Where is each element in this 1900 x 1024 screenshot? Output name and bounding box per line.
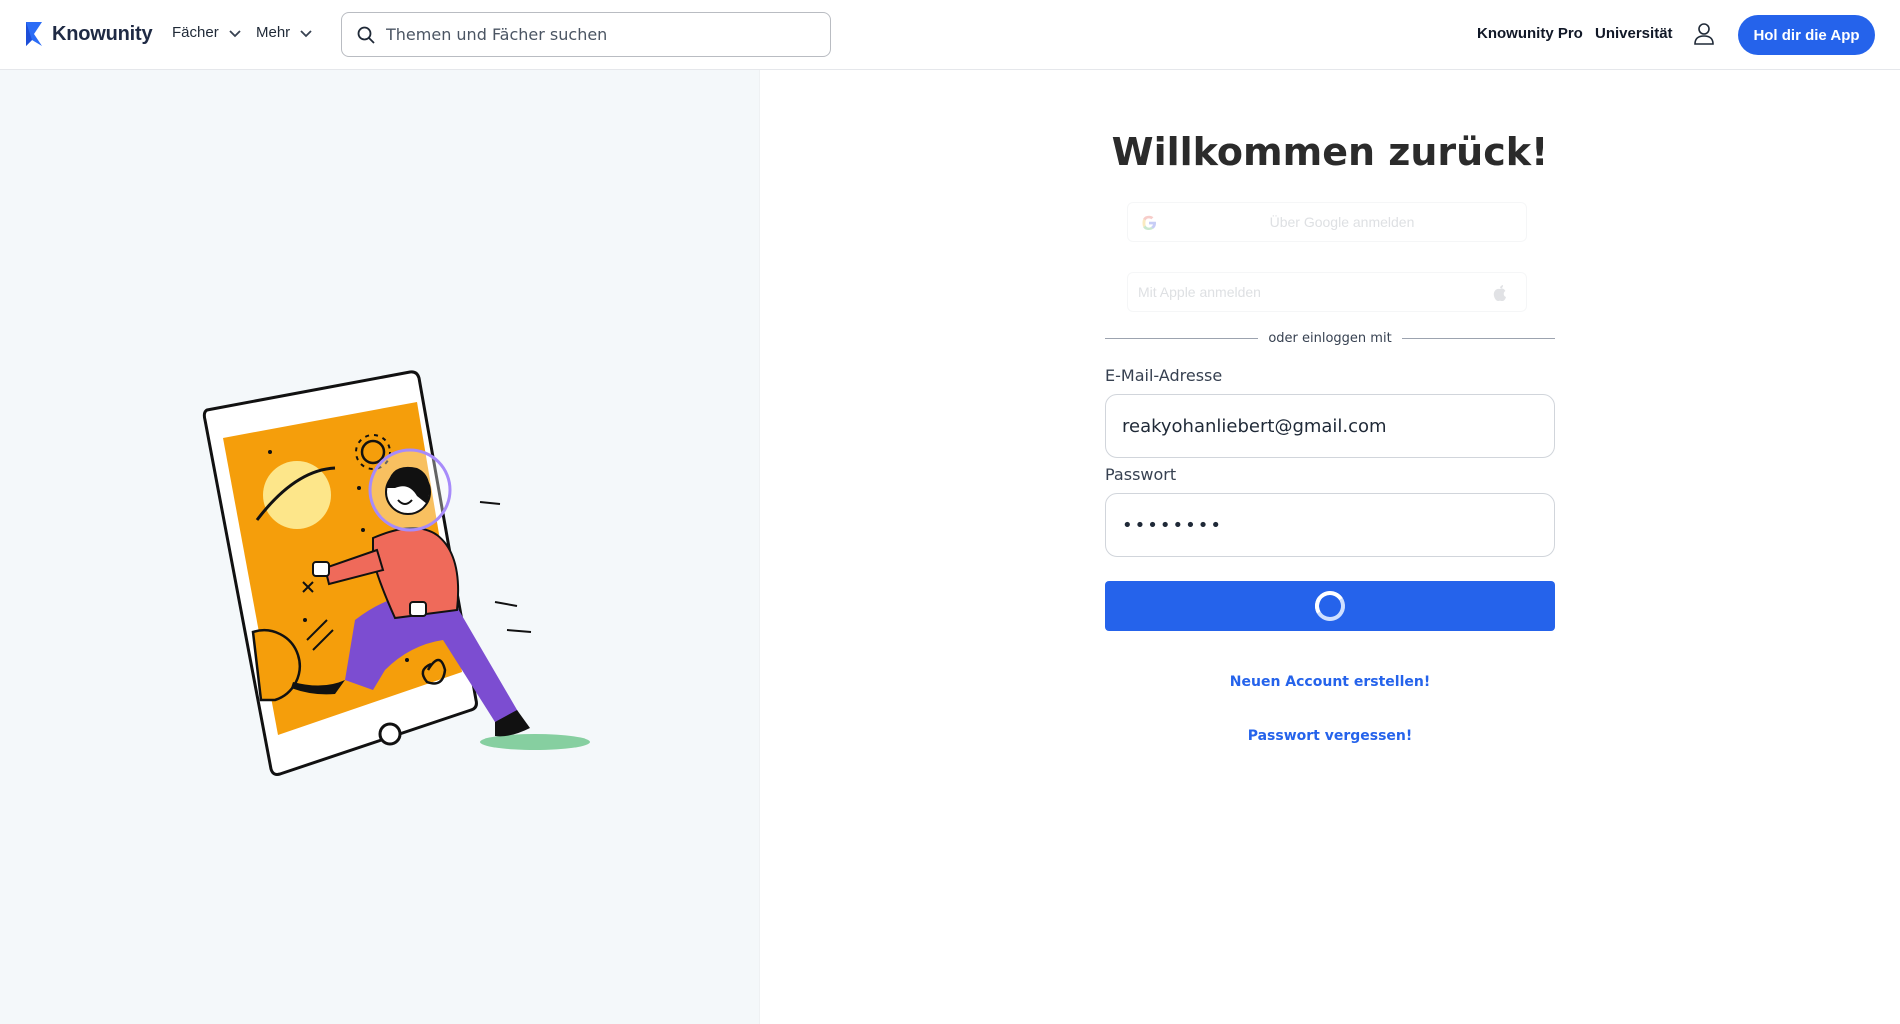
email-field[interactable]: [1105, 394, 1555, 458]
divider-line: [1401, 337, 1555, 339]
create-account-link[interactable]: Neuen Account erstellen!: [1105, 674, 1555, 690]
page-title: Willkommen zurück!: [1111, 130, 1549, 174]
google-sign-in-label: Über Google anmelden: [1269, 214, 1415, 230]
search-input[interactable]: [386, 25, 806, 44]
email-label: E-Mail-Adresse: [1105, 366, 1223, 385]
brand-logo[interactable]: Knowunity: [24, 20, 153, 48]
nav-mehr-dropdown[interactable]: Mehr: [256, 24, 314, 41]
login-submit-button[interactable]: [1105, 581, 1555, 631]
nav-faecher-label: Fächer: [172, 24, 219, 41]
knowunity-logo-icon: [26, 22, 42, 46]
chevron-down-icon: [300, 29, 312, 37]
get-app-button[interactable]: Hol dir die App: [1738, 15, 1875, 55]
google-sign-in-button[interactable]: Über Google anmelden: [1127, 202, 1527, 242]
user-account-icon[interactable]: [1692, 21, 1716, 47]
nav-mehr-label: Mehr: [256, 24, 291, 41]
divider-line: [1105, 337, 1259, 339]
loading-spinner-icon: [1315, 591, 1345, 621]
divider-text: oder einloggen mit: [1268, 330, 1392, 346]
password-label: Passwort: [1105, 465, 1177, 484]
top-navbar: Knowunity Fächer Mehr Knowunity Pro Univ…: [0, 0, 1900, 70]
brand-name: Knowunity: [52, 22, 153, 45]
password-field[interactable]: [1105, 493, 1555, 557]
forgot-password-link[interactable]: Passwort vergessen!: [1105, 728, 1555, 744]
search-bar[interactable]: [341, 12, 831, 57]
astronaut-phone-illustration: [202, 370, 590, 776]
login-divider: oder einloggen mit: [1105, 328, 1555, 348]
apple-sign-in-label: Mit Apple anmelden: [1138, 284, 1261, 300]
illustration-panel: [0, 70, 760, 1024]
apple-sign-in-button[interactable]: Mit Apple anmelden: [1127, 272, 1527, 312]
search-icon: [357, 26, 375, 44]
knowunity-pro-link[interactable]: Knowunity Pro: [1477, 25, 1583, 42]
apple-icon: [1493, 285, 1506, 302]
nav-faecher-dropdown[interactable]: Fächer: [172, 24, 243, 41]
university-link[interactable]: Universität: [1595, 25, 1673, 42]
chevron-down-icon: [229, 29, 241, 37]
